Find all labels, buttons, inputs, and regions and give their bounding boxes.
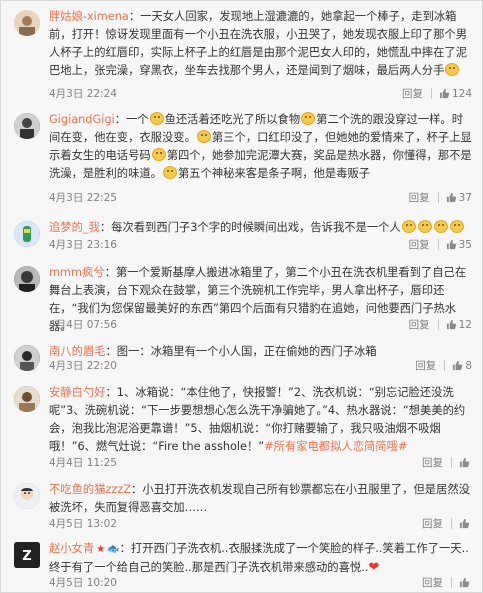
timestamp: 4月5日 13:02 [49, 518, 117, 530]
timestamp: 4月3日 22:24 [49, 88, 117, 100]
timestamp: 4月5日 10:20 [49, 577, 117, 589]
username-link[interactable]: GigiandGigi [49, 113, 115, 126]
thumbs-up-icon[interactable] [439, 88, 450, 99]
comment-item: 胖姑娘-ximena：一天女人回家，发现地上湿漉漉的，她拿起一个棒子，走到冰箱前… [1, 1, 482, 105]
divider [444, 360, 446, 371]
timestamp: 4月4日 07:56 [49, 319, 117, 331]
comment-meta: 4月3日 22:25 回复 37 [49, 190, 472, 205]
comment-item: mmm疯兮：第一个爱斯基摩人搬进冰箱里了，第二个小丑在洗衣机里看到了自己在舞台上… [1, 257, 482, 337]
cat-emoji-icon [151, 148, 166, 161]
cat-emoji-icon [196, 130, 211, 143]
divider [451, 577, 452, 588]
thumbs-up-icon[interactable] [459, 457, 470, 468]
divider [437, 192, 439, 203]
comment-text: 不吃鱼的猫zzzZ：小丑打开洗衣机发现自己所有钞票都忘在小丑服里了，但是居然没被… [49, 483, 470, 514]
avatar[interactable]: Z [14, 542, 40, 568]
comment-item: GigiandGigi：一个 鱼还活着还吃光了所以食物 第二个洗的跟没穿过一样。时间… [1, 104, 482, 213]
comment-text: GigiandGigi：一个 鱼还活着还吃光了所以食物 第二个洗的跟没穿过一样。时间… [49, 112, 472, 180]
heart-icon: ❤ [368, 560, 380, 575]
avatar[interactable] [14, 10, 40, 36]
reply-button[interactable]: 回复 [415, 358, 436, 373]
comment-item: Z 赵小女青 ★ 🐟：打开西门子洗衣机..衣服揉洗成了一个笑脸的样子..笑着工作了一… [1, 533, 482, 592]
reply-button[interactable]: 回复 [422, 575, 443, 590]
username-link[interactable]: mmm疯兮 [49, 266, 105, 279]
like-count: 37 [458, 191, 472, 204]
comment-text: 安静白勺好：1、冰箱说：“本住他了，快报警！”2、洗衣机说：“别忘记脸还没洗呢”… [49, 386, 466, 453]
avatar[interactable] [14, 113, 40, 139]
avatar[interactable] [14, 386, 40, 412]
avatar[interactable] [14, 266, 40, 292]
cat-emoji-icon [417, 220, 432, 233]
like-count: 8 [465, 359, 472, 372]
fish-badge-icon: 🐟 [107, 544, 120, 555]
username-link[interactable]: 安静白勺好 [49, 386, 106, 399]
comment-item: 追梦的_我：每次看到西门子3个字的时候瞬间出戏，告诉我不是一个人 4月3日 23… [1, 212, 482, 258]
timestamp: 4月4日 11:25 [49, 457, 117, 469]
cat-emoji-icon [445, 63, 460, 76]
timestamp: 4月3日 22:25 [49, 192, 117, 204]
comment-item: 安静白勺好：1、冰箱说：“本住他了，快报警！”2、洗衣机说：“别忘记脸还没洗呢”… [1, 377, 482, 475]
username-link[interactable]: 胖姑娘-ximena [49, 10, 129, 23]
comment-meta: 4月3日 23:16 回复 35 [49, 237, 472, 252]
divider [451, 457, 452, 468]
comment-text: 赵小女青 ★ 🐟：打开西门子洗衣机..衣服揉洗成了一个笑脸的样子..笑着工作了一天.… [49, 542, 469, 575]
star-badge-icon: ★ [96, 544, 106, 555]
comment-item: 不吃鱼的猫zzzZ：小丑打开洗衣机发现自己所有钞票都忘在小丑服里了，但是居然没被… [1, 474, 482, 534]
divider [430, 88, 432, 99]
comment-meta: 4月3日 22:24 回复 124 [49, 86, 472, 101]
username-link[interactable]: 追梦的_我 [49, 221, 100, 234]
cat-emoji-icon [449, 220, 464, 233]
thumbs-up-icon[interactable] [459, 577, 470, 588]
thumbs-up-icon[interactable] [446, 319, 457, 330]
comment-meta: 4月5日 13:02 回复 [49, 516, 472, 530]
reply-button[interactable]: 回复 [422, 516, 443, 531]
cat-emoji-icon [149, 112, 164, 125]
timestamp: 4月3日 23:16 [49, 239, 117, 251]
cat-emoji-icon [162, 166, 177, 179]
reply-button[interactable]: 回复 [422, 455, 443, 470]
comment-meta: 4月4日 07:56 回复 12 [49, 317, 472, 332]
comment-meta: 4月4日 11:25 回复 [49, 455, 472, 469]
reply-button[interactable]: 回复 [402, 86, 423, 101]
like-count: 124 [451, 87, 472, 100]
avatar[interactable] [14, 221, 40, 247]
like-count: 35 [458, 238, 472, 251]
divider [437, 239, 439, 250]
thumbs-up-icon[interactable] [446, 239, 457, 250]
comment-text: 追梦的_我：每次看到西门子3个字的时候瞬间出戏，告诉我不是一个人 [49, 219, 472, 237]
cat-emoji-icon [301, 112, 316, 125]
hashtag-link[interactable]: #所有家电都拟人恋简简哦# [264, 440, 407, 453]
reply-button[interactable]: 回复 [409, 237, 430, 252]
reply-button[interactable]: 回复 [409, 190, 430, 205]
divider [437, 319, 439, 330]
avatar[interactable] [14, 483, 40, 509]
username-link[interactable]: 不吃鱼的猫zzzZ [49, 483, 131, 496]
reply-button[interactable]: 回复 [409, 317, 430, 332]
username-link[interactable]: 南八的眉毛 [49, 345, 106, 358]
thumbs-up-icon[interactable] [459, 518, 470, 529]
comment-feed: 胖姑娘-ximena：一天女人回家，发现地上湿漉漉的，她拿起一个棒子，走到冰箱前… [0, 0, 483, 593]
username-link[interactable]: 赵小女青 [49, 542, 94, 555]
comment-item: 南八的眉毛：图一：冰箱里有一个小人国，正在偷她的西门子冰箱 4月3日 22:20… [1, 336, 482, 378]
divider [451, 518, 452, 529]
thumbs-up-icon[interactable] [452, 360, 463, 371]
comment-text: 胖姑娘-ximena：一天女人回家，发现地上湿漉漉的，她拿起一个棒子，走到冰箱前… [49, 10, 467, 77]
cat-emoji-icon [433, 220, 448, 233]
svg-text:Z: Z [22, 549, 31, 564]
like-count: 12 [458, 318, 472, 331]
comment-meta: 4月3日 22:20 回复 8 [49, 358, 472, 373]
cat-emoji-icon [401, 220, 416, 233]
avatar[interactable] [14, 345, 40, 371]
thumbs-up-icon[interactable] [446, 192, 457, 203]
timestamp: 4月3日 22:20 [49, 360, 117, 372]
comment-meta: 4月5日 10:20 回复 [49, 575, 472, 589]
